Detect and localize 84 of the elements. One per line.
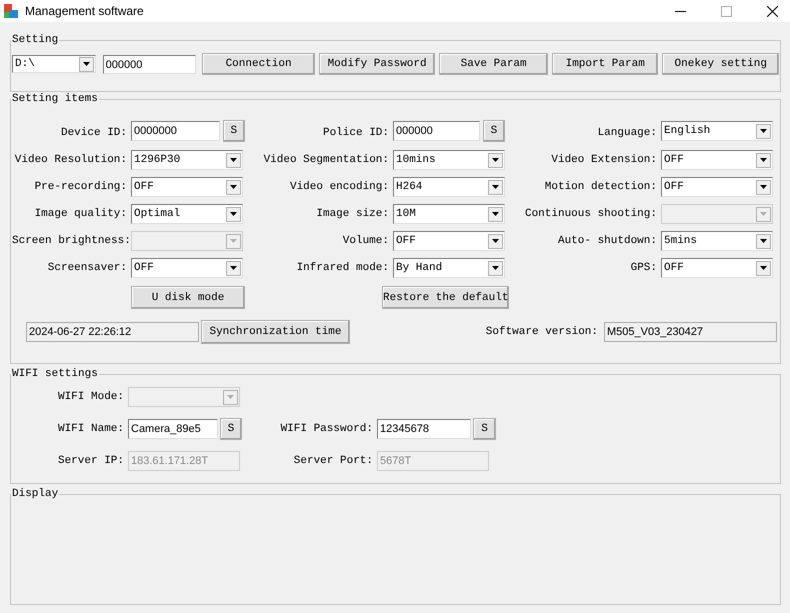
field-label: Motion detection:	[544, 181, 658, 193]
field-label: Image size:	[315, 208, 390, 220]
field-label: Screensaver:	[46, 262, 128, 274]
dropdown-arrow-icon	[760, 185, 767, 189]
field-label: Screen brightness:	[12, 235, 131, 247]
dropdown[interactable]: 10mins	[393, 150, 505, 170]
dropdown[interactable]: H264	[393, 177, 505, 197]
dropdown[interactable]: D:\	[12, 55, 96, 73]
field-label: WIFI Name:	[56, 423, 125, 435]
dropdown-arrow-icon	[227, 395, 234, 399]
input-field[interactable]: 2024-06-27 22:26:12	[26, 322, 199, 342]
group-title: WIFI settings	[11, 368, 99, 381]
s-button[interactable]: S	[473, 418, 496, 440]
s-button[interactable]: S	[220, 418, 242, 440]
toolbar-button[interactable]: Import Param	[552, 53, 658, 75]
dropdown[interactable]: 10M	[393, 204, 505, 224]
toolbar-button[interactable]: Onekey setting	[662, 53, 779, 75]
field-label: Video Segmentation:	[262, 154, 390, 166]
field-label: WIFI Mode:	[56, 391, 125, 403]
dropdown[interactable]: OFF	[393, 231, 505, 251]
dropdown-arrow-icon	[760, 212, 767, 216]
close-icon[interactable]	[767, 6, 778, 16]
field-label: Police ID:	[322, 127, 390, 139]
dropdown[interactable]: By Hand	[393, 258, 505, 278]
toolbar-button[interactable]: Modify Password	[318, 53, 436, 75]
dropdown-arrow-icon	[760, 158, 767, 162]
field-label: Video Resolution:	[14, 154, 128, 166]
field-label: Software version:	[486, 326, 599, 338]
input-field[interactable]: M505_V03_230427	[604, 322, 777, 342]
dropdown[interactable]: OFF	[131, 177, 243, 197]
dropdown-arrow-icon	[492, 158, 499, 162]
dropdown-arrow-icon	[492, 239, 499, 243]
group-title: Setting items	[11, 93, 99, 106]
dropdown-arrow-icon	[230, 239, 237, 243]
input-field[interactable]: 12345678	[377, 419, 471, 439]
field-label: Server IP:	[56, 455, 125, 467]
field-label: Pre-recording:	[34, 181, 128, 193]
field-label: Video encoding:	[288, 181, 390, 193]
input-field[interactable]: 0000000	[131, 121, 220, 141]
dropdown-arrow-icon	[760, 129, 767, 133]
dropdown-arrow-icon	[760, 266, 767, 270]
app-icon	[3, 3, 19, 19]
dropdown[interactable]: Optimal	[131, 204, 243, 224]
dropdown[interactable]: 1296P30	[131, 150, 243, 170]
dropdown[interactable]: 5mins	[661, 231, 773, 251]
s-button[interactable]: S	[482, 120, 505, 142]
field-label: Volume:	[342, 235, 390, 247]
dropdown-arrow-icon	[492, 212, 499, 216]
dropdown[interactable]: OFF	[661, 150, 773, 170]
dropdown-arrow-icon	[230, 158, 237, 162]
dropdown-arrow-icon	[230, 212, 237, 216]
dropdown[interactable]: OFF	[661, 258, 773, 278]
action-button[interactable]: Restore the default	[382, 286, 510, 309]
dropdown-arrow-icon	[760, 239, 767, 243]
sync-time-button[interactable]: Synchronization time	[201, 320, 350, 344]
s-button[interactable]: S	[222, 120, 245, 142]
dropdown-arrow-icon	[230, 185, 237, 189]
field-label: Continuous shooting:	[524, 208, 658, 220]
field-label: Video Extension:	[550, 154, 658, 166]
dropdown[interactable]: English	[661, 121, 773, 141]
input-field[interactable]: 000000	[393, 121, 480, 141]
field-label: Infrared mode:	[296, 262, 390, 274]
action-button[interactable]: U disk mode	[131, 286, 245, 309]
field-label: Server Port:	[292, 455, 374, 467]
field-label: Image quality:	[34, 208, 128, 220]
toolbar-button[interactable]: Connection	[202, 53, 315, 75]
group-title: Display	[11, 488, 60, 501]
maximize-icon[interactable]	[721, 6, 732, 16]
field-label: Language:	[596, 127, 658, 139]
dropdown[interactable]: OFF	[131, 258, 243, 278]
field-label: Auto- shutdown:	[556, 235, 658, 247]
field-label: GPS:	[630, 262, 658, 274]
window-title: Management software	[25, 4, 144, 18]
group-title: Setting	[11, 34, 60, 47]
dropdown-arrow-icon	[230, 266, 237, 270]
input-field[interactable]: Camera_89e5	[128, 419, 218, 439]
field-label: WIFI Password:	[280, 423, 374, 435]
dropdown-arrow-icon	[492, 185, 499, 189]
dropdown-arrow-icon	[82, 62, 90, 66]
toolbar-button[interactable]: Save Param	[439, 53, 548, 75]
password-field[interactable]: 000000	[102, 54, 196, 74]
dropdown[interactable]: OFF	[661, 177, 773, 197]
dropdown-arrow-icon	[492, 266, 499, 270]
field-label: Device ID:	[60, 127, 128, 139]
